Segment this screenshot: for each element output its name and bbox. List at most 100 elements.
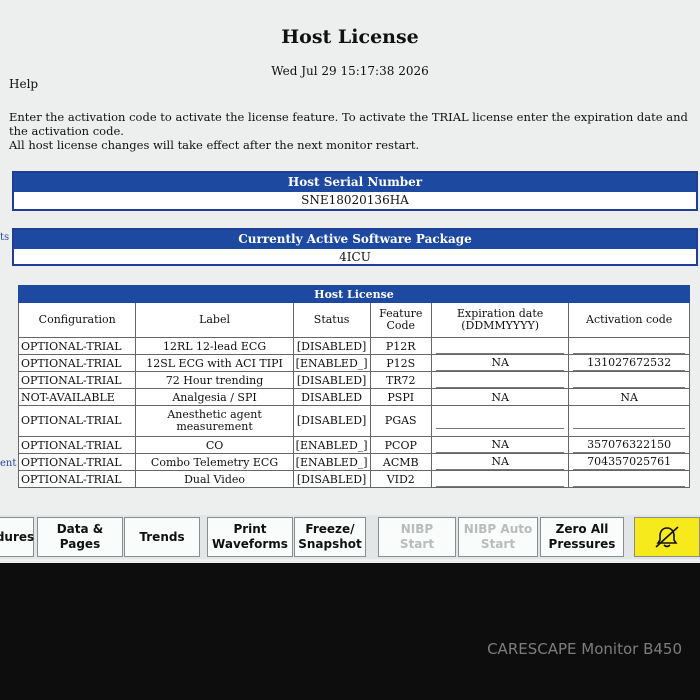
table-row: OPTIONAL-TRIAL 12SL ECG with ACI TIPI [E… xyxy=(17,354,690,372)
label-cell: CO xyxy=(135,436,294,454)
date-time: Wed Jul 29 15:17:38 2026 xyxy=(271,64,429,78)
table-header-row: Configuration Label Status Feature Code … xyxy=(17,302,690,338)
config-cell: OPTIONAL-TRIAL xyxy=(17,405,137,437)
column-header: Configuration xyxy=(17,302,137,338)
activation-code-field[interactable]: 704357025761 xyxy=(573,455,685,470)
label-cell: Analgesia / SPI xyxy=(135,388,294,406)
zero-all-pressures-button[interactable]: Zero All Pressures xyxy=(540,517,624,557)
expiration-date-field[interactable]: NA xyxy=(435,455,565,470)
data-pages-button[interactable]: Data & Pages xyxy=(37,517,123,557)
expiration-date-field[interactable] xyxy=(435,373,565,388)
config-cell: OPTIONAL-TRIAL xyxy=(17,371,137,389)
data-pages-label: Data & xyxy=(56,522,104,536)
table-row: NOT-AVAILABLE Analgesia / SPI DISABLED P… xyxy=(17,388,690,406)
column-header: Activation code xyxy=(568,302,690,338)
procedures-button[interactable]: dures xyxy=(0,517,34,557)
table-row: OPTIONAL-TRIAL Dual Video [DISABLED] VID… xyxy=(17,470,690,488)
expiration-date-field[interactable]: NA xyxy=(435,438,565,453)
activation-code-field[interactable] xyxy=(573,373,685,388)
feature-code-cell: VID2 xyxy=(369,470,432,488)
nibp-label: Start xyxy=(399,537,435,551)
instructions: Enter the activation code to activate th… xyxy=(9,110,699,152)
activation-code-field[interactable]: 131027672532 xyxy=(573,356,685,371)
edge-label-ts: ts xyxy=(0,232,10,243)
activation-code-field[interactable]: 357076322150 xyxy=(573,438,685,453)
nibp-label: NIBP xyxy=(400,522,434,536)
label-cell: 12RL 12-lead ECG xyxy=(135,337,294,355)
label-cell: Dual Video xyxy=(135,470,294,488)
instructions-line: the activation code. xyxy=(9,124,124,138)
freeze-label: Snapshot xyxy=(298,537,362,551)
trends-button[interactable]: Trends xyxy=(124,517,200,557)
data-pages-label: Pages xyxy=(59,537,101,551)
freeze-snapshot-button[interactable]: Freeze/ Snapshot xyxy=(294,517,366,557)
help-label: Help xyxy=(9,77,39,91)
status-cell[interactable]: [DISABLED] xyxy=(292,470,371,488)
alarm-silence-icon xyxy=(654,525,680,550)
print-label: Waveforms xyxy=(212,537,288,551)
config-cell: NOT-AVAILABLE xyxy=(17,388,137,406)
software-package-panel: Currently Active Software Package 4ICU xyxy=(12,228,698,266)
feature-code-cell: PGAS xyxy=(369,405,432,437)
status-cell[interactable]: [ENABLED_] xyxy=(292,436,371,454)
feature-code-cell: P12S xyxy=(369,354,432,372)
config-cell: OPTIONAL-TRIAL xyxy=(17,453,137,471)
alarm-silence-button[interactable] xyxy=(634,517,700,557)
print-waveforms-button[interactable]: Print Waveforms xyxy=(207,517,293,557)
config-cell: OPTIONAL-TRIAL xyxy=(17,436,137,454)
status-cell[interactable]: [DISABLED] xyxy=(292,371,371,389)
device-label: CARESCAPE Monitor B450 xyxy=(487,640,682,658)
monitor-screen: Host License Wed Jul 29 15:17:38 2026 He… xyxy=(0,0,700,563)
expiration-date-field[interactable] xyxy=(435,339,565,354)
activation-code-field[interactable] xyxy=(573,472,685,487)
table-row: OPTIONAL-TRIAL CO [ENABLED_] PCOP NA 357… xyxy=(17,436,690,454)
label-cell: Combo Telemetry ECG xyxy=(135,453,294,471)
procedures-button-label: dures xyxy=(0,529,35,544)
column-header: Feature Code xyxy=(369,302,432,338)
config-cell: OPTIONAL-TRIAL xyxy=(17,470,137,488)
page-title: Host License xyxy=(281,26,419,48)
nibp-start-button[interactable]: NIBP Start xyxy=(378,517,456,557)
config-cell: OPTIONAL-TRIAL xyxy=(17,354,137,372)
expiration-date-cell: NA xyxy=(430,388,570,406)
zero-label: Pressures xyxy=(548,537,616,551)
instructions-line: Enter the activation code to activate th… xyxy=(9,110,688,124)
feature-code-cell: PCOP xyxy=(369,436,432,454)
label-cell: Anesthetic agent measurement xyxy=(135,405,294,437)
expiration-date-field[interactable] xyxy=(435,414,565,429)
bottom-toolbar: dures Data & Pages Trends Print Waveform… xyxy=(0,515,700,559)
feature-code-cell: TR72 xyxy=(369,371,432,389)
activation-code-field[interactable] xyxy=(573,339,685,354)
activation-code-field[interactable] xyxy=(573,414,685,429)
status-cell[interactable]: [DISABLED] xyxy=(292,337,371,355)
print-label: Print xyxy=(233,522,267,536)
status-cell[interactable]: [DISABLED] xyxy=(292,405,371,437)
config-cell: OPTIONAL-TRIAL xyxy=(17,337,137,355)
feature-code-cell: P12R xyxy=(369,337,432,355)
label-cell: 72 Hour trending xyxy=(135,371,294,389)
host-serial-panel: Host Serial Number SNE18020136HA xyxy=(12,171,698,211)
table-row: OPTIONAL-TRIAL Combo Telemetry ECG [ENAB… xyxy=(17,453,690,471)
software-package-value: 4ICU xyxy=(339,250,371,264)
nibp-auto-start-button[interactable]: NIBP Auto Start xyxy=(458,517,538,557)
column-header: Status xyxy=(292,302,371,338)
nibp-auto-label: Start xyxy=(480,537,516,551)
expiration-date-field[interactable]: NA xyxy=(435,356,565,371)
status-cell[interactable]: [ENABLED_] xyxy=(292,354,371,372)
status-cell[interactable]: [ENABLED_] xyxy=(292,453,371,471)
edge-label-ent: ent xyxy=(0,458,17,469)
freeze-label: Freeze/ xyxy=(305,522,355,536)
table-row: OPTIONAL-TRIAL 72 Hour trending [DISABLE… xyxy=(17,371,690,389)
column-header: Expiration date (DDMMYYYY) xyxy=(430,302,570,338)
trends-label: Trends xyxy=(139,529,185,544)
device-brand: CARESCAPE xyxy=(487,640,577,658)
host-license-table-title: Host License xyxy=(18,285,690,303)
feature-code-cell: ACMB xyxy=(369,453,432,471)
zero-label: Zero All xyxy=(555,522,609,536)
host-serial-value: SNE18020136HA xyxy=(301,193,409,207)
nibp-auto-label: NIBP Auto xyxy=(463,522,533,536)
activation-code-cell: NA xyxy=(568,388,690,406)
feature-code-cell: PSPI xyxy=(369,388,432,406)
expiration-date-field[interactable] xyxy=(435,472,565,487)
instructions-line: All host license changes will take effec… xyxy=(9,138,420,152)
